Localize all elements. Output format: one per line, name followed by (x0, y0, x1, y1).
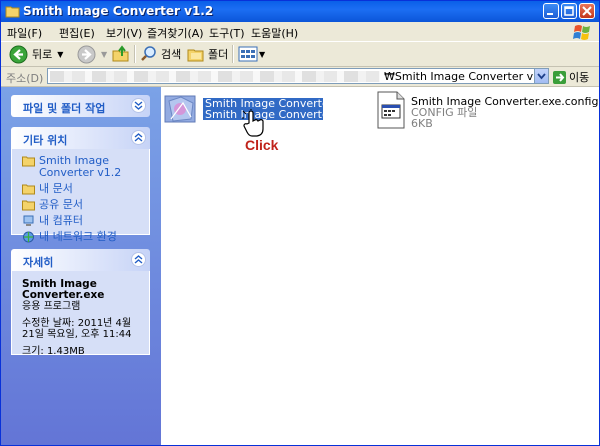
place-label: 공유 문서 (39, 198, 83, 211)
forward-dropdown-icon[interactable]: ▼ (101, 50, 107, 59)
title-bar[interactable]: Smith Image Converter v1.2 (1, 1, 599, 22)
place-link-my-documents[interactable]: 내 문서 (22, 183, 141, 195)
menu-view[interactable]: 보기(V) (106, 25, 142, 41)
menu-file[interactable]: 파일(F) (7, 25, 42, 41)
window-title: Smith Image Converter v1.2 (23, 4, 214, 18)
back-button[interactable]: 뒤로 ▼ (9, 44, 63, 64)
address-bar: 주소(D) ₩Smith Image Converter v1.2 이동 (1, 67, 599, 87)
chevron-down-icon (537, 73, 546, 80)
place-link-my-computer[interactable]: 내 컴퓨터 (22, 215, 141, 227)
views-icon (238, 46, 258, 62)
folder-icon (22, 156, 35, 167)
place-label: Smith Image Converter v1.2 (39, 154, 122, 179)
up-folder-button[interactable] (112, 44, 130, 64)
details-header[interactable]: 자세히 (11, 249, 150, 271)
details-file-type: 응용 프로그램 (22, 301, 81, 312)
blurred-path (50, 71, 380, 82)
other-places-panel: 기타 위치 Smith Image Converter v1.2 내 문서 공유… (11, 127, 150, 243)
menu-favorites[interactable]: 즐겨찾기(A) (147, 25, 204, 41)
hand-cursor-icon (242, 109, 264, 137)
place-link-app-folder[interactable]: Smith Image Converter v1.2 (22, 155, 141, 179)
place-label: 내 컴퓨터 (39, 214, 83, 227)
place-link-shared-documents[interactable]: 공유 문서 (22, 199, 141, 211)
menu-bar: 파일(F) 편집(E) 보기(V) 즐겨찾기(A) 도구(T) 도움말(H) (1, 22, 599, 42)
collapse-icon[interactable] (131, 252, 146, 267)
address-dropdown-button[interactable] (534, 69, 548, 83)
config-file-icon (377, 91, 405, 129)
tasks-panel-title: 파일 및 폴더 작업 (23, 102, 106, 115)
up-folder-icon (112, 45, 129, 62)
address-field[interactable]: ₩Smith Image Converter v1.2 (47, 68, 549, 84)
details-size: 크기: 1.43MB (22, 346, 85, 357)
app-icon (164, 95, 196, 123)
search-icon (141, 46, 156, 61)
other-places-header[interactable]: 기타 위치 (11, 127, 150, 149)
task-pane: 파일 및 폴더 작업 기타 위치 Smith Image Converter v… (1, 87, 161, 445)
go-label: 이동 (569, 71, 590, 84)
folders-icon (187, 49, 204, 62)
minimize-icon (547, 13, 553, 15)
file-type: CONFIG 파일 (411, 106, 478, 119)
toolbar-separator (232, 45, 234, 63)
expand-icon[interactable] (131, 98, 146, 113)
tasks-panel-header[interactable]: 파일 및 폴더 작업 (11, 95, 150, 117)
place-label: 내 네트워크 환경 (39, 230, 117, 243)
close-button[interactable] (579, 3, 595, 19)
forward-button[interactable]: ▼ (77, 44, 107, 64)
back-label: 뒤로 (32, 48, 53, 61)
windows-logo-icon (573, 25, 590, 40)
close-icon (582, 6, 592, 16)
place-link-network[interactable]: 내 네트워크 환경 (22, 231, 141, 243)
toolbar-separator (134, 45, 136, 63)
menu-tools[interactable]: 도구(T) (209, 25, 245, 41)
go-arrow-icon (553, 70, 566, 84)
address-label: 주소(D) (6, 72, 44, 85)
maximize-button[interactable] (561, 3, 577, 19)
place-label: 내 문서 (39, 182, 73, 195)
back-dropdown-icon[interactable]: ▼ (57, 50, 63, 59)
details-file-name: Smith Image Converter.exe (22, 278, 105, 301)
address-value: ₩Smith Image Converter v1.2 (384, 70, 549, 83)
details-body: Smith Image Converter.exe 응용 프로그램 수정한 날짜… (11, 271, 150, 357)
details-modified: 수정한 날짜: 2011년 4월 21일 목요일, 오후 11:44 (22, 318, 132, 340)
file-list-area[interactable]: Smith Image Converter.exe Smith Image Co… (161, 87, 599, 445)
click-annotation: Click (245, 137, 279, 153)
go-button[interactable]: 이동 (553, 69, 589, 85)
details-panel: 자세히 Smith Image Converter.exe 응용 프로그램 수정… (11, 249, 150, 357)
folders-label: 폴더 (208, 48, 229, 61)
tasks-panel: 파일 및 폴더 작업 (11, 95, 150, 117)
computer-icon (23, 215, 34, 226)
toolbar: 뒤로 ▼ ▼ 검색 폴더 ▼ (1, 42, 599, 67)
menu-help[interactable]: 도움말(H) (251, 25, 298, 41)
file-size: 6KB (411, 117, 433, 130)
network-icon (23, 231, 34, 243)
minimize-button[interactable] (543, 3, 559, 19)
views-dropdown-icon[interactable]: ▼ (259, 50, 265, 59)
explorer-window: Smith Image Converter v1.2 파일(F) 편집(E) 보… (0, 0, 600, 446)
other-places-body: Smith Image Converter v1.2 내 문서 공유 문서 내 … (11, 149, 150, 243)
search-button[interactable]: 검색 (140, 44, 181, 64)
search-label: 검색 (161, 48, 182, 61)
maximize-icon (564, 6, 574, 16)
menu-edit[interactable]: 편집(E) (59, 25, 95, 41)
forward-arrow-icon (77, 45, 96, 63)
back-arrow-icon (9, 45, 28, 63)
folder-icon (22, 200, 35, 211)
folders-button[interactable]: 폴더 (187, 44, 228, 64)
collapse-icon[interactable] (131, 130, 146, 145)
folder-icon (5, 6, 20, 18)
file-name-block: Smith Image Converter.exe.config CONFIG … (411, 96, 600, 129)
other-places-title: 기타 위치 (23, 134, 68, 147)
details-title: 자세히 (23, 256, 54, 269)
views-button[interactable]: ▼ (238, 44, 265, 64)
folder-icon (22, 184, 35, 195)
